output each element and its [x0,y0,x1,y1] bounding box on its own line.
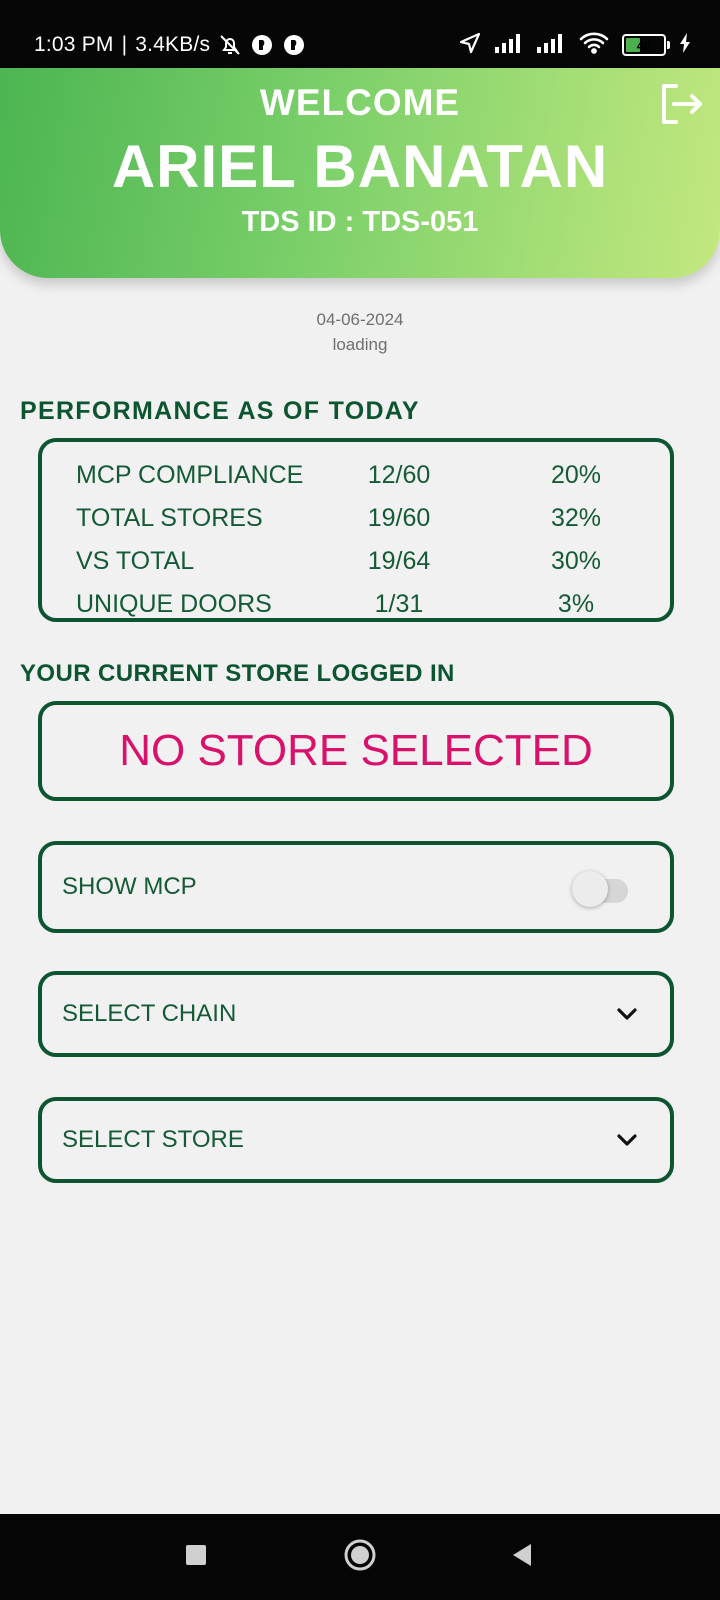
perf-percent: 20% [550,460,602,489]
perf-percent: 30% [550,546,602,575]
tds-id: TDS ID : TDS-051 [241,206,479,238]
user-name: ARIEL BANATAN [111,133,609,200]
welcome-header: WELCOME ARIEL BANATAN TDS ID : TDS-051 [0,68,720,278]
perf-count: 19/60 [367,503,431,532]
select-chain-placeholder: SELECT CHAIN [62,1000,237,1027]
current-store-title: YOUR CURRENT STORE LOGGED IN [20,660,455,687]
select-chain-dropdown[interactable]: SELECT CHAIN [38,971,674,1057]
home-circle-icon [343,1538,377,1577]
status-time: 1:03 PM [34,33,114,56]
logout-button[interactable] [656,80,704,128]
home-button[interactable] [320,1514,400,1600]
status-right: 40 [458,29,692,61]
perf-row-mcp-compliance: MCP COMPLIANCE 12/60 20% [76,455,670,495]
perf-percent: 32% [550,503,602,532]
perf-row-vs-total: VS TOTAL 19/64 30% [76,541,670,581]
loading-status: loading [332,335,388,354]
charging-icon [678,32,692,59]
perf-row-total-stores: TOTAL STORES 19/60 32% [76,498,670,538]
perf-count: 12/60 [367,460,431,489]
chevron-down-icon [614,1127,640,1153]
perf-count: 19/64 [367,546,431,575]
perf-label: VS TOTAL [76,546,195,575]
back-triangle-icon [509,1542,535,1573]
performance-card: MCP COMPLIANCE 12/60 20% TOTAL STORES 19… [38,438,674,622]
navigation-bar [0,1514,720,1600]
perf-label: TOTAL STORES [76,503,263,532]
perf-label: MCP COMPLIANCE [76,460,304,489]
app-notification-icon [282,33,306,57]
perf-row-unique-doors: UNIQUE DOORS 1/31 3% [76,584,670,624]
back-button[interactable] [482,1514,562,1600]
current-date: 04-06-2024 [316,310,404,329]
current-store-card: NO STORE SELECTED [38,701,674,801]
battery-icon: 40 [622,34,670,56]
app-notification-icon [250,33,274,57]
logout-icon [656,84,704,132]
current-store-value: NO STORE SELECTED [119,726,593,775]
location-arrow-icon [458,31,482,60]
toggle-thumb [572,871,608,907]
perf-percent: 3% [557,589,595,618]
chevron-down-icon [614,1001,640,1027]
perf-count: 1/31 [374,589,424,618]
show-mcp-toggle[interactable] [572,867,632,907]
wifi-icon [578,31,610,60]
status-separator: | [121,33,128,56]
recents-button[interactable] [156,1514,236,1600]
square-icon [184,1543,208,1572]
show-mcp-row: SHOW MCP [38,841,674,933]
perf-label: UNIQUE DOORS [76,589,272,618]
signal-icon [494,32,524,59]
select-store-dropdown[interactable]: SELECT STORE [38,1097,674,1183]
battery-level: 40 [636,37,652,53]
signal-icon [536,32,566,59]
bell-off-icon [218,33,242,57]
show-mcp-label: SHOW MCP [62,873,197,900]
performance-title: PERFORMANCE AS OF TODAY [20,397,420,425]
status-left: 1:03 PM | 3.4KB/s [34,29,306,61]
select-store-placeholder: SELECT STORE [62,1126,244,1153]
status-speed: 3.4KB/s [135,33,211,56]
welcome-label: WELCOME [259,82,461,123]
